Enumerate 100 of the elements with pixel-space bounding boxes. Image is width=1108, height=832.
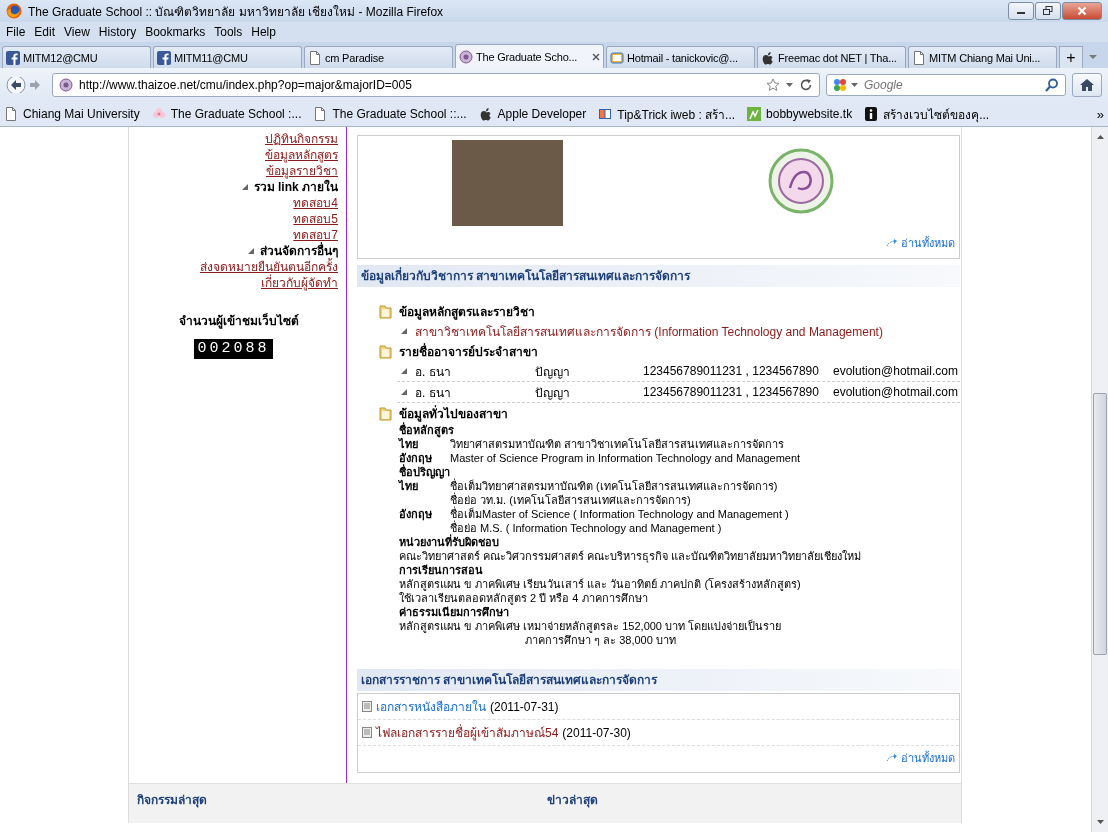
- minimize-button[interactable]: [1008, 2, 1034, 20]
- caret-icon: [786, 82, 793, 88]
- document-link[interactable]: เอกสารหนังสือภายใน: [376, 697, 486, 716]
- info-label: ไทย: [399, 479, 419, 493]
- apple-icon: [761, 50, 775, 65]
- page-icon: [313, 107, 328, 121]
- page-icon: [4, 107, 18, 121]
- visitor-counter: 002088: [194, 339, 273, 359]
- browser-tab[interactable]: Freemac dot NET | Tha...: [757, 46, 906, 68]
- restore-button[interactable]: [1035, 2, 1061, 20]
- scroll-up-icon: [1096, 135, 1104, 139]
- close-icon: [1077, 6, 1087, 16]
- browser-tab[interactable]: MITM12@CMU: [2, 46, 151, 68]
- info-heading: ชื่อหลักสูตร: [399, 423, 960, 437]
- document-date: (2011-07-31): [490, 699, 559, 714]
- menu-item[interactable]: Tools: [214, 25, 243, 39]
- sidebar-heading: รวม link ภายใน: [253, 179, 338, 195]
- faculty-phone: 123456789011231 , 1234567890: [643, 385, 820, 399]
- footer-heading: กิจกรรมล่าสุด: [137, 792, 207, 810]
- info-heading: การเรียนการสอน: [399, 563, 484, 577]
- triangle-bullet-icon: [241, 184, 248, 190]
- sidebar-link[interactable]: ทดสอบ5: [293, 211, 338, 227]
- bookmark-item[interactable]: The Graduate School ::...: [313, 107, 467, 121]
- close-button[interactable]: [1062, 2, 1102, 20]
- search-icon: [1045, 78, 1059, 92]
- search-box[interactable]: Google: [826, 74, 1066, 96]
- home-button[interactable]: [1072, 73, 1102, 97]
- info-heading: หน่วยงานที่รับผิดชอบ: [399, 535, 500, 549]
- info-heading: ชื่อปริญญา: [399, 465, 450, 479]
- bookmark-item[interactable]: bobbywebsite.tk: [747, 107, 853, 121]
- restore-icon: [1043, 6, 1053, 16]
- scroll-down-icon: [1096, 820, 1104, 824]
- triangle-bullet-icon: [401, 389, 407, 395]
- sidebar-link[interactable]: ส่งจดหมายยืนยันตนอีกครั้ง: [200, 259, 338, 275]
- arrow-icon: [886, 753, 898, 763]
- menu-item[interactable]: Bookmarks: [145, 25, 206, 39]
- info-text: หลักสูตรแผน ข ภาคพิเศษ เหมาจ่ายหลักสูตรละ 152,000 บาท โดยแบ่งจ่ายเป็นราย: [399, 619, 783, 633]
- info-text: คณะวิทยาศาสตร์ คณะวิศวกรรมศาสตร์ คณะบริหารธุรกิจ และบัณฑิตวิทยาลัยมหาวิทยาลัยเชียงใหม่: [399, 549, 863, 563]
- browser-tab[interactable]: MITM Chiang Mai Uni...: [908, 46, 1057, 68]
- curriculum-link[interactable]: สาขาวิชาเทคโนโลยีสารสนเทศและการจัดการ (Information Technology and Management): [415, 321, 883, 341]
- bookmark-item[interactable]: Tip&Trick iweb : สร้า...: [598, 104, 736, 124]
- scrollbar-thumb[interactable]: [1093, 393, 1107, 655]
- search-engine-icon: [833, 78, 847, 92]
- visitor-counter-label: จำนวนผู้เข้าชมเว็บไซต์: [177, 313, 299, 329]
- info-text: หลักสูตรแผน ข ภาคพิเศษ เรียนวันเสาร์ และ วันอาทิตย์ ภาคปกติ (โครงสร้างหลักสูตร): [399, 577, 802, 591]
- bookmark-item[interactable]: Chiang Mai University: [4, 107, 140, 121]
- triangle-bullet-icon: [401, 368, 407, 374]
- info-text: ใช้เวลาเรียนตลอดหลักสูตร 2 ปี หรือ 4 ภาคการศึกษา: [399, 591, 649, 605]
- read-all-link[interactable]: อ่านทั้งหมด: [886, 234, 955, 252]
- info-value: ชื่อเต็มวิทยาศาสตรมหาบัณฑิต (เทคโนโลยีสารสนเทศและการจัดการ): [450, 479, 778, 492]
- document-icon: [362, 701, 372, 712]
- info-text: ภาคการศึกษา ๆ ละ 38,000 บาท: [524, 633, 677, 647]
- footer-heading: ข่าวล่าสุด: [547, 792, 598, 810]
- address-bar[interactable]: http://www.thaizoe.net/cmu/index.php?op=major&majorID=005: [52, 73, 820, 97]
- bookmark-item[interactable]: Apple Developer: [478, 107, 587, 121]
- category-title: ข้อมูลหลักสูตรและรายวิชา: [399, 303, 535, 321]
- folder-icon: [379, 405, 392, 421]
- reload-icon: [799, 78, 813, 92]
- browser-tab[interactable]: MITM11@CMU: [153, 46, 302, 68]
- read-all-link[interactable]: อ่านทั้งหมด: [886, 749, 955, 767]
- document-icon: [362, 727, 372, 738]
- section-heading: เอกสารราชการ สาขาเทคโนโลยีสารสนเทศและการจัดการ: [357, 669, 960, 691]
- faculty-phone: 123456789011231 , 1234567890: [643, 364, 820, 378]
- new-tab-button[interactable]: +: [1059, 46, 1083, 68]
- page-icon: [912, 50, 926, 65]
- flower-icon: [151, 107, 166, 121]
- page-icon: [308, 50, 322, 65]
- firefox-icon: [6, 3, 22, 19]
- browser-tab[interactable]: cm Paradise: [304, 46, 453, 68]
- scrollbar[interactable]: [1091, 127, 1108, 832]
- bookmarks-overflow-button[interactable]: »: [1096, 106, 1104, 122]
- faculty-email: evolution@hotmail.com: [833, 385, 958, 399]
- info-value: วิทยาศาสตรมหาบัณฑิต สาขาวิชาเทคโนโลยีสารสนเทศและการจัดการ: [450, 438, 785, 451]
- bookmark-item[interactable]: สร้างเวบไซต์ของคุ...: [864, 104, 990, 124]
- facebook-icon: [157, 50, 171, 65]
- menu-item[interactable]: History: [98, 25, 137, 39]
- sidebar-link[interactable]: ทดสอบ7: [293, 227, 338, 243]
- facebook-icon: [6, 50, 20, 65]
- browser-tab[interactable]: The Graduate Scho...: [455, 44, 604, 68]
- faculty-name: อ. ธนา: [415, 363, 452, 381]
- document-link[interactable]: ไฟลเอกสารรายชื่อผู้เข้าสัมภาษณ์54: [376, 723, 559, 742]
- category-title: รายชื่ออาจารย์ประจำสาขา: [399, 342, 538, 361]
- menu-item[interactable]: Edit: [34, 25, 56, 39]
- menu-item[interactable]: View: [64, 25, 90, 39]
- bookmark-item[interactable]: The Graduate School :...: [151, 107, 302, 121]
- sidebar-link[interactable]: ทดสอบ4: [293, 195, 338, 211]
- triangle-bullet-icon: [248, 248, 254, 254]
- sidebar-link[interactable]: ข้อมูลหลักสูตร: [265, 147, 338, 163]
- sidebar-link[interactable]: ปฏิทินกิจกรรม: [265, 131, 338, 147]
- info-heading: ค่าธรรมเนียมการศึกษา: [399, 605, 510, 619]
- sidebar-link[interactable]: ข้อมูลรายวิชา: [266, 163, 338, 179]
- menu-item[interactable]: Help: [251, 25, 276, 39]
- home-icon: [1079, 78, 1095, 92]
- info-value: Master of Science Program in Information Technology and Management: [450, 451, 801, 465]
- document-date: (2011-07-30): [562, 725, 631, 740]
- sidebar-heading: ส่วนจัดการอื่นๆ: [260, 243, 338, 259]
- browser-tab[interactable]: Hotmail - tanickovic@...: [606, 46, 755, 68]
- menu-item[interactable]: File: [6, 25, 26, 39]
- info-label: ไทย: [399, 438, 418, 451]
- sidebar-link[interactable]: เกี่ยวกับผู้จัดทำ: [261, 275, 338, 291]
